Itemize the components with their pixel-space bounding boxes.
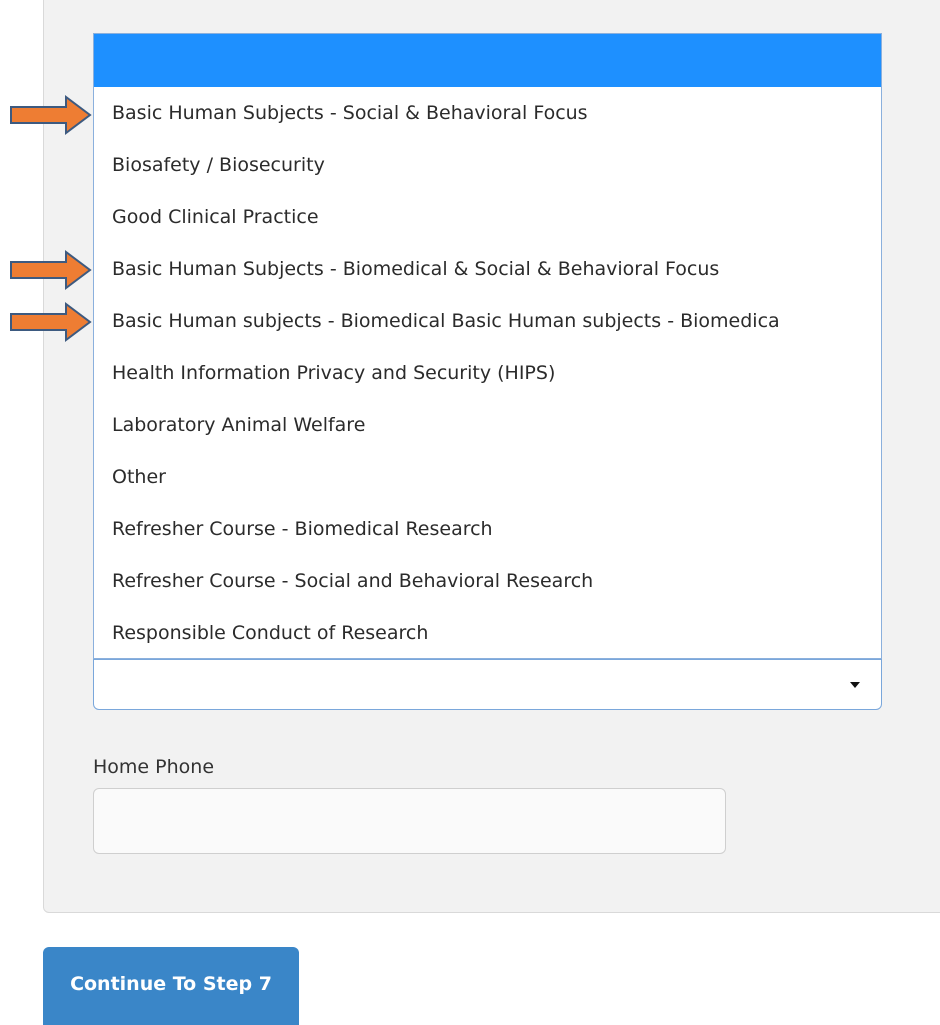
dropdown-option-basic-human-subjects-biomedical[interactable]: Basic Human subjects - Biomedical Basic … — [94, 295, 881, 347]
dropdown-option-rcr[interactable]: Responsible Conduct of Research — [94, 607, 881, 658]
chevron-down-icon[interactable] — [850, 682, 860, 688]
arrow-pointer-icon — [10, 250, 92, 290]
home-phone-input[interactable] — [93, 788, 726, 854]
dropdown-option-blank[interactable] — [94, 34, 881, 87]
dropdown-option-basic-human-subjects-biomed-sbr[interactable]: Basic Human Subjects - Biomedical & Soci… — [94, 243, 881, 295]
dropdown-option-other[interactable]: Other — [94, 451, 881, 503]
home-phone-label: Home Phone — [93, 756, 215, 778]
arrow-pointer-icon — [10, 95, 92, 135]
continue-button[interactable]: Continue To Step 7 — [43, 947, 299, 1025]
dropdown-option-refresher-sbr[interactable]: Refresher Course - Social and Behavioral… — [94, 555, 881, 607]
course-select[interactable] — [93, 659, 882, 710]
dropdown-option-hips[interactable]: Health Information Privacy and Security … — [94, 347, 881, 399]
dropdown-option-refresher-biomedical[interactable]: Refresher Course - Biomedical Research — [94, 503, 881, 555]
arrow-pointer-icon — [10, 302, 92, 342]
dropdown-option-lab-animal-welfare[interactable]: Laboratory Animal Welfare — [94, 399, 881, 451]
dropdown-option-good-clinical-practice[interactable]: Good Clinical Practice — [94, 191, 881, 243]
dropdown-option-basic-human-subjects-sbr[interactable]: Basic Human Subjects - Social & Behavior… — [94, 87, 881, 139]
dropdown-option-biosafety[interactable]: Biosafety / Biosecurity — [94, 139, 881, 191]
course-dropdown-list[interactable]: Basic Human Subjects - Social & Behavior… — [93, 33, 882, 659]
